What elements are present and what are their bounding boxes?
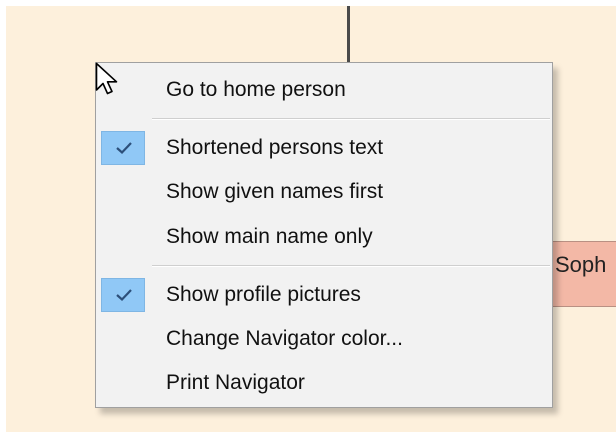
menu-item-print-navigator[interactable]: Print Navigator <box>96 361 552 405</box>
menu-item-go-to-home-person[interactable]: Go to home person <box>96 68 552 112</box>
checkmark-icon <box>116 289 132 302</box>
checkmark-indicator <box>101 131 145 165</box>
menu-item-label: Shortened persons text <box>166 136 384 159</box>
menu-item-show-given-names-first[interactable]: Show given names first <box>96 170 552 214</box>
menu-item-change-navigator-color[interactable]: Change Navigator color... <box>96 317 552 361</box>
menu-item-shortened-persons-text[interactable]: Shortened persons text <box>96 126 552 170</box>
checkmark-indicator <box>101 278 145 312</box>
menu-item-label: Show given names first <box>166 180 384 203</box>
menu-separator <box>152 265 550 267</box>
menu-item-show-profile-pictures[interactable]: Show profile pictures <box>96 273 552 317</box>
menu-item-show-main-name-only[interactable]: Show main name only <box>96 215 552 259</box>
menu-item-label: Change Navigator color... <box>166 327 403 350</box>
menu-item-label: Show main name only <box>166 225 373 248</box>
checkmark-icon <box>116 142 132 155</box>
tree-connector-line <box>347 6 350 64</box>
arrow-pointer-icon <box>95 62 121 105</box>
context-menu: Go to home person Shortened persons text… <box>95 62 553 408</box>
menu-item-label: Print Navigator <box>166 371 305 394</box>
menu-item-label: Go to home person <box>166 78 346 101</box>
menu-separator <box>152 118 550 120</box>
person-name: Soph <box>555 252 607 277</box>
menu-item-label: Show profile pictures <box>166 283 361 306</box>
